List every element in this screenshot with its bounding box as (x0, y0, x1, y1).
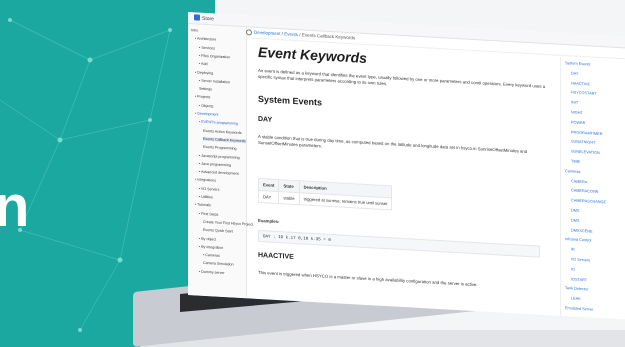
sidebar-item[interactable]: • Architecture (195, 37, 216, 42)
sidebar-item[interactable]: • Services (199, 45, 215, 50)
search-icon[interactable] (246, 29, 252, 36)
sidebar-item[interactable]: Events Quick Start (203, 228, 233, 234)
toc-link[interactable]: POWER (571, 120, 585, 125)
sidebar-item[interactable]: • Server Installation (199, 78, 230, 84)
toc-link[interactable]: Tank Detector (565, 286, 588, 291)
sidebar-item[interactable]: Camera Simulation (203, 261, 234, 267)
sidebar-item[interactable]: • Utilities (199, 195, 213, 200)
sidebar-item[interactable]: Events Programming (203, 145, 237, 151)
table-cell: stable (278, 191, 300, 205)
toc-link[interactable]: TIME (571, 159, 580, 164)
day-description: A stable condition that is true during d… (258, 133, 528, 154)
sidebar-item[interactable]: • Java programming (199, 161, 231, 167)
toc-link[interactable]: IO (571, 267, 575, 271)
haactive-description: This event is triggered when HSYCO is a … (258, 269, 478, 288)
toc-link[interactable]: IR (571, 248, 575, 252)
table-header-state: State (278, 179, 300, 193)
sidebar-item[interactable]: • By integration (199, 244, 223, 249)
sidebar-item[interactable]: • Objects (199, 103, 213, 108)
app-brand[interactable]: Store (194, 14, 214, 22)
breadcrumb-development[interactable]: Development (254, 30, 281, 36)
toc-link[interactable]: DAY (571, 71, 579, 75)
toc-link[interactable]: SUNELEVATION (571, 150, 600, 156)
toc-link[interactable]: Cameras (565, 169, 580, 174)
toc-link[interactable]: PROGRAMTIMER (571, 130, 602, 136)
table-header-event: Event (258, 178, 279, 192)
sidebar-item[interactable]: Events Callback Keywords (203, 136, 246, 144)
app-name: Store (202, 15, 214, 23)
sidebar-item[interactable]: • Javascript programming (199, 153, 240, 159)
sidebar-item[interactable]: • By object (199, 236, 216, 241)
toc-link[interactable]: CAMERASCHANGE (571, 199, 606, 205)
sidebar-item[interactable]: • Files Organization (199, 54, 230, 60)
sidebar-item[interactable]: Create Your First Hsyco Project (203, 220, 253, 227)
sidebar-item[interactable]: • Integrations (195, 178, 216, 183)
toc-link[interactable]: SUNATNIGHT (571, 140, 595, 145)
toc-link[interactable]: Emulated Server (565, 306, 593, 312)
toc-link[interactable]: System Events (565, 61, 590, 66)
breadcrumb-current: Events Callback Keywords (301, 32, 356, 41)
laptop-screen: Store Intro • Architecture • Services • Fil… (188, 12, 625, 320)
sidebar-item[interactable]: Events Action Keywords (203, 128, 242, 134)
sidebar-navigation: Intro • Architecture • Services • Files Org… (188, 24, 253, 299)
heading-day: DAY (258, 115, 273, 124)
sidebar-item[interactable]: • Add (199, 62, 207, 66)
sidebar-item[interactable]: • Dummy server (199, 269, 225, 274)
sidebar-item[interactable]: Settings (199, 87, 212, 92)
sidebar-item[interactable]: • Deploying (195, 70, 213, 75)
hero-heading-fragment: n (0, 174, 30, 239)
sidebar-item[interactable]: • Tutorials (195, 203, 211, 208)
heading-haactive: HAACTIVE (258, 251, 294, 261)
toc-link[interactable]: Infrared Control (565, 237, 591, 242)
toc-link[interactable]: DMX (571, 208, 579, 212)
toc-link[interactable]: IOSTART (571, 277, 587, 282)
sidebar-item[interactable]: • I/O Servers (199, 186, 219, 191)
sidebar-item[interactable]: Intro (191, 28, 198, 32)
sidebar-item[interactable]: • Development (195, 111, 218, 116)
toc-link[interactable]: MEMORY (571, 316, 588, 319)
toc-link[interactable]: HAACTIVE (571, 81, 590, 86)
toc-link[interactable]: I/O Servers (571, 257, 590, 262)
intro-paragraph: An event is defined as a keyword that id… (258, 67, 546, 89)
toc-link[interactable]: CAMERACONN (571, 189, 598, 195)
toc-link[interactable]: INIT (571, 101, 578, 105)
section-heading-system-events: System Events (258, 93, 323, 108)
toc-link[interactable]: CAMERA (571, 179, 587, 184)
toc-link[interactable]: DMXSCENE (571, 228, 593, 233)
sidebar-item[interactable]: • Advanced development (199, 170, 239, 176)
app-logo-icon (194, 14, 200, 21)
toc-link[interactable]: DMX (571, 218, 579, 222)
sidebar-item[interactable]: • Projects (195, 95, 210, 100)
table-of-contents: System Events DAY HAACTIVE HSYCOSTART INIT NI… (560, 56, 625, 320)
toc-link[interactable]: LEAK (571, 297, 581, 302)
toc-link[interactable]: NIGHT (571, 110, 583, 115)
sidebar-item[interactable]: • EVENTS programming (199, 120, 238, 126)
page-title: Event Keywords (258, 43, 367, 67)
breadcrumb-events[interactable]: Events (284, 31, 298, 37)
event-table: Event State Description DAY stable trigg… (258, 178, 392, 211)
main-content: Event Keywords An event is defined as a … (250, 37, 550, 315)
sidebar-item[interactable]: • First Steps (199, 211, 218, 216)
sidebar-item[interactable]: • Cameras (203, 253, 220, 258)
toc-link[interactable]: HSYCOSTART (571, 91, 597, 96)
table-cell: DAY (258, 190, 279, 204)
